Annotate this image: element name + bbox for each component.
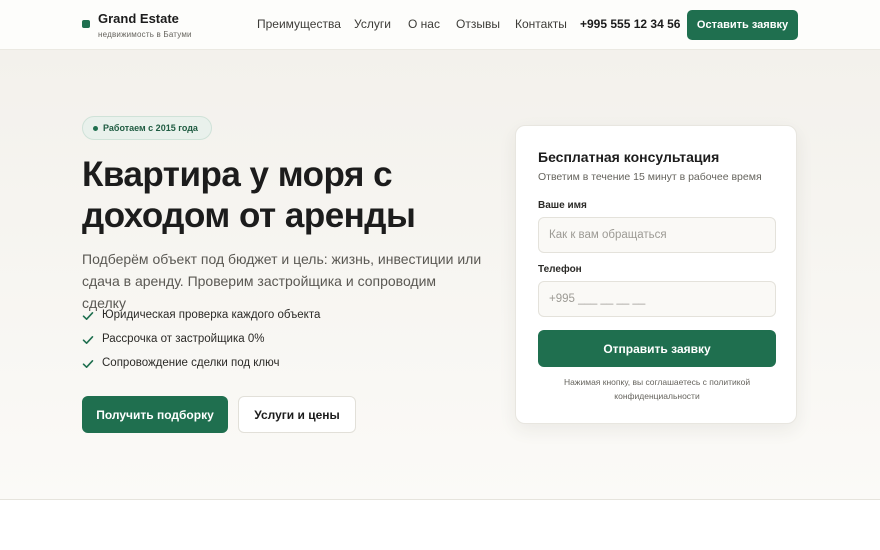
privacy-consent-text: Нажимая кнопку, вы соглашаетесь с полити… xyxy=(563,377,751,401)
hero-section: Работаем с 2015 года Квартира у моря с д… xyxy=(0,50,880,500)
site-header: Grand Estate недвижимость в Батуми Преим… xyxy=(0,0,880,50)
nav-link-reviews[interactable]: Отзывы xyxy=(456,17,500,31)
nav-link-advantages[interactable]: Преимущества xyxy=(257,17,341,31)
feature-text: Сопровождение сделки под ключ xyxy=(102,357,280,369)
get-selection-button[interactable]: Получить подборку xyxy=(82,396,228,433)
brand-tagline: недвижимость в Батуми xyxy=(98,30,192,39)
feature-text: Юридическая проверка каждого объекта xyxy=(102,309,321,321)
hero-subtitle: Подберём объект под бюджет и цель: жизнь… xyxy=(82,251,482,311)
phone-input[interactable] xyxy=(538,281,776,317)
feature-text: Рассрочка от застройщика 0% xyxy=(102,333,265,345)
badge-dot-icon xyxy=(93,126,98,131)
phone-label: Телефон xyxy=(538,264,582,275)
leave-request-button[interactable]: Оставить заявку xyxy=(687,10,798,40)
check-icon xyxy=(82,360,94,368)
check-icon xyxy=(82,336,94,344)
form-subtitle: Ответим в течение 15 минут в рабочее вре… xyxy=(538,171,762,183)
experience-badge: Работаем с 2015 года xyxy=(82,116,212,140)
nav-link-about[interactable]: О нас xyxy=(408,17,440,31)
name-input[interactable] xyxy=(538,217,776,253)
services-prices-button[interactable]: Услуги и цены xyxy=(238,396,356,433)
name-label: Ваше имя xyxy=(538,200,587,211)
hero-title: Квартира у моря с доходом от аренды xyxy=(82,155,416,235)
logo-mark-icon xyxy=(82,20,90,28)
form-title: Бесплатная консультация xyxy=(538,149,720,165)
phone-link[interactable]: +995 555 12 34 56 xyxy=(580,17,680,31)
next-section xyxy=(0,501,880,550)
consultation-form: Бесплатная консультация Ответим в течени… xyxy=(515,125,797,424)
brand-name: Grand Estate xyxy=(98,11,179,26)
badge-text: Работаем с 2015 года xyxy=(103,123,198,133)
nav-link-services[interactable]: Услуги xyxy=(354,17,391,31)
check-icon xyxy=(82,312,94,320)
submit-request-button[interactable]: Отправить заявку xyxy=(538,330,776,367)
nav-link-contacts[interactable]: Контакты xyxy=(515,17,567,31)
